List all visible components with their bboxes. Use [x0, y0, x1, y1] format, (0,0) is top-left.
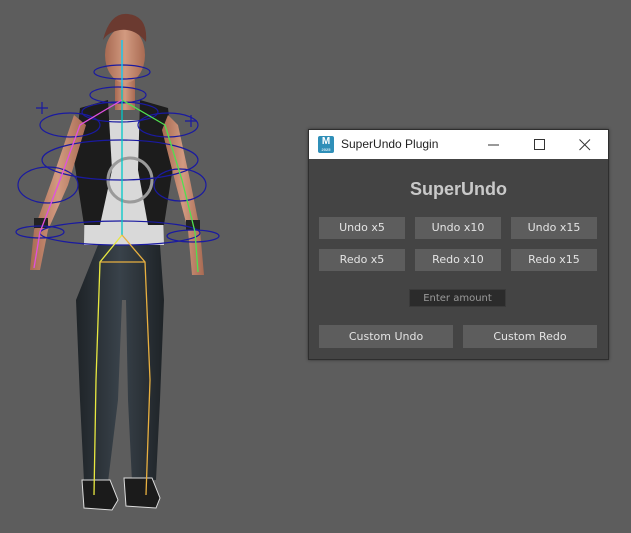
character-pants [76, 245, 164, 482]
app-icon-letter: M [321, 136, 331, 147]
maximize-button[interactable] [517, 130, 563, 159]
undo-x15-button[interactable]: Undo x15 [511, 217, 597, 239]
amount-input[interactable] [409, 289, 506, 307]
maya-app-icon: M 2025 [318, 136, 334, 153]
redo-x5-button[interactable]: Redo x5 [319, 249, 405, 271]
character-shoe-right [123, 477, 161, 509]
close-icon [579, 139, 591, 151]
character-head [105, 27, 145, 83]
undo-x5-button[interactable]: Undo x5 [319, 217, 405, 239]
maximize-icon [534, 139, 545, 150]
redo-x15-button[interactable]: Redo x15 [511, 249, 597, 271]
redo-x10-button[interactable]: Redo x10 [415, 249, 501, 271]
window-title: SuperUndo Plugin [341, 137, 439, 151]
plugin-heading: SuperUndo [410, 179, 507, 199]
custom-redo-button[interactable]: Custom Redo [463, 325, 597, 348]
close-button[interactable] [562, 130, 608, 159]
undo-x10-button[interactable]: Undo x10 [415, 217, 501, 239]
character-arm-left [30, 115, 86, 270]
custom-undo-button[interactable]: Custom Undo [319, 325, 453, 348]
minimize-button[interactable] [471, 130, 517, 159]
app-icon-sublabel: 2025 [321, 147, 331, 152]
superundo-plugin-window: M 2025 SuperUndo Plugin SuperUndo Undo x… [308, 129, 609, 360]
minimize-icon [488, 144, 499, 146]
title-bar[interactable]: M 2025 SuperUndo Plugin [309, 130, 608, 159]
character-shoe-left [81, 479, 119, 511]
